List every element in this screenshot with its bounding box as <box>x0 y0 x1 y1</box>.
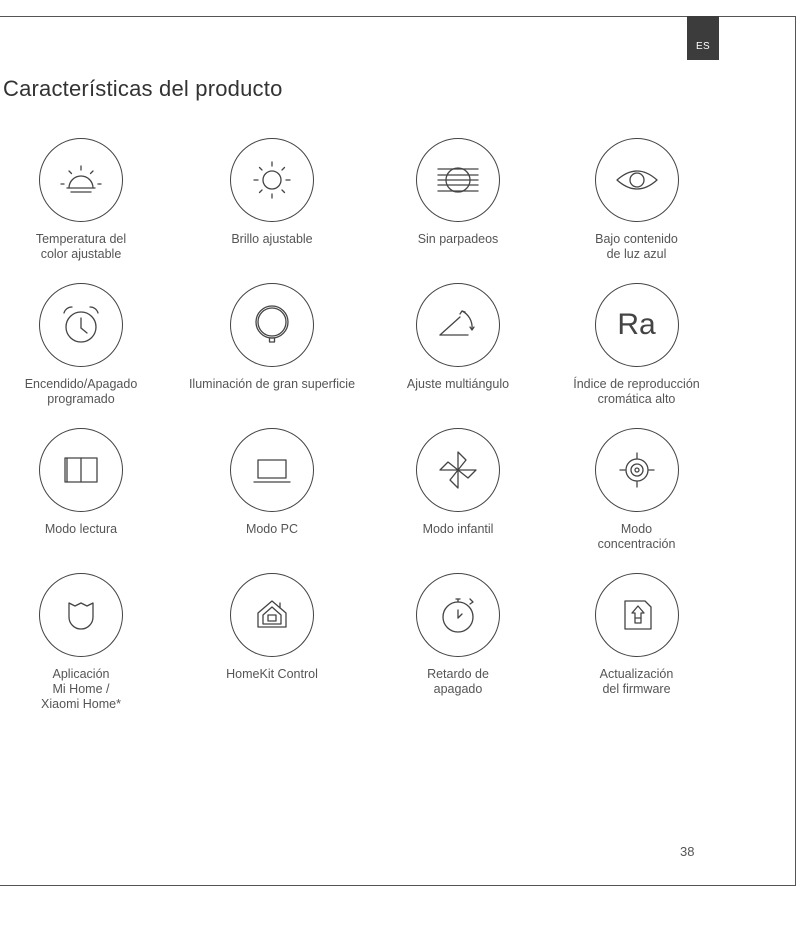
feature-item: Modo infantil <box>382 428 534 573</box>
feature-item: Modo lectura <box>0 428 162 573</box>
feature-item: Ra Índice de reproducción cromática alto <box>534 283 739 428</box>
feature-label: Iluminación de gran superficie <box>188 377 356 391</box>
feature-label: Modo PC <box>245 522 299 536</box>
feature-label: Ajuste multiángulo <box>406 377 510 391</box>
language-tab: ES <box>687 16 719 60</box>
page-frame-right <box>795 16 796 885</box>
feature-label: Índice de reproducción cromática alto <box>573 377 700 406</box>
feature-label: Bajo contenido de luz azul <box>595 232 678 261</box>
homekit-icon <box>230 573 314 657</box>
sun-icon <box>230 138 314 222</box>
page-number: 38 <box>680 844 695 859</box>
ra-icon-text: Ra <box>617 308 656 341</box>
feature-item: Modo concentración <box>534 428 739 573</box>
target-icon <box>594 428 679 512</box>
feature-item: Retardo de apagado <box>382 573 534 718</box>
feature-label: Modo concentración <box>597 522 676 551</box>
feature-label: Sin parpadeos <box>417 232 499 246</box>
laptop-icon <box>230 428 314 512</box>
feature-item: Sin parpadeos <box>382 138 534 283</box>
feature-label: Modo lectura <box>44 522 118 536</box>
feature-item: Modo PC <box>162 428 382 573</box>
feature-grid: Temperatura del color ajustable Brillo a… <box>0 138 770 718</box>
page-title: Características del producto <box>3 76 283 101</box>
alarm-clock-icon <box>39 283 123 367</box>
feature-label: Temperatura del color ajustable <box>35 232 127 261</box>
feature-label: Aplicación Mi Home / Xiaomi Home* <box>41 667 121 711</box>
feature-item: Bajo contenido de luz azul <box>534 138 739 283</box>
feature-label: Actualización del firmware <box>599 667 674 696</box>
page-frame-bottom <box>0 885 796 886</box>
feature-label: Encendido/Apagado programado <box>24 377 138 406</box>
feature-item: Temperatura del color ajustable <box>0 138 162 283</box>
feature-label: HomeKit Control <box>226 667 318 681</box>
feature-item: Iluminación de gran superficie <box>162 283 382 428</box>
feature-label: Retardo de apagado <box>427 667 489 696</box>
eye-icon <box>594 138 679 222</box>
feature-item: Brillo ajustable <box>162 138 382 283</box>
feature-item: Ajuste multiángulo <box>382 283 534 428</box>
no-flicker-icon <box>416 138 500 222</box>
page-frame-top <box>0 16 795 17</box>
book-icon <box>39 428 123 512</box>
feature-label: Brillo ajustable <box>231 232 313 246</box>
lamp-head-icon <box>230 283 314 367</box>
pinwheel-icon <box>416 428 500 512</box>
feature-label: Modo infantil <box>422 522 494 536</box>
sunrise-icon <box>39 138 123 222</box>
mi-home-icon <box>39 573 123 657</box>
firmware-update-icon <box>594 573 679 657</box>
timer-icon <box>416 573 500 657</box>
feature-item: Actualización del firmware <box>534 573 739 718</box>
feature-item: Aplicación Mi Home / Xiaomi Home* <box>0 573 162 718</box>
angle-icon <box>416 283 500 367</box>
ra-icon: Ra <box>594 283 679 367</box>
feature-item: HomeKit Control <box>162 573 382 718</box>
feature-item: Encendido/Apagado programado <box>0 283 162 428</box>
